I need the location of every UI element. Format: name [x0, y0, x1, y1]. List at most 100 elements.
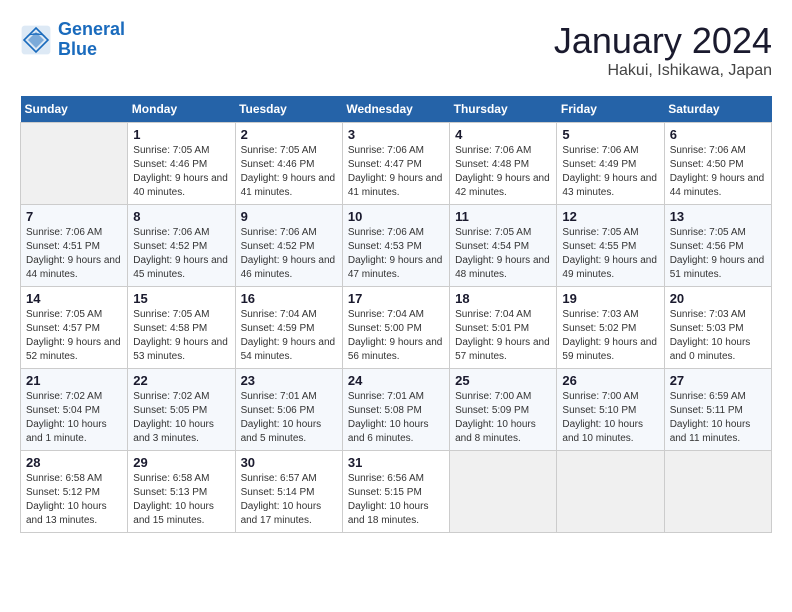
day-number: 21	[26, 373, 122, 388]
day-number: 14	[26, 291, 122, 306]
calendar-cell: 29 Sunrise: 6:58 AMSunset: 5:13 PMDayligh…	[128, 451, 235, 533]
day-info: Sunrise: 7:05 AMSunset: 4:46 PMDaylight:…	[133, 144, 229, 200]
day-number: 20	[670, 291, 766, 306]
day-info: Sunrise: 7:03 AMSunset: 5:02 PMDaylight:…	[562, 308, 658, 364]
day-number: 31	[348, 455, 444, 470]
day-info: Sunrise: 7:01 AMSunset: 5:08 PMDaylight:…	[348, 390, 444, 446]
day-info: Sunrise: 7:04 AMSunset: 5:01 PMDaylight:…	[455, 308, 551, 364]
calendar-cell	[21, 123, 128, 205]
logo: General Blue	[20, 20, 125, 60]
logo-line2: Blue	[58, 39, 97, 59]
day-info: Sunrise: 7:00 AMSunset: 5:10 PMDaylight:…	[562, 390, 658, 446]
day-info: Sunrise: 7:05 AMSunset: 4:55 PMDaylight:…	[562, 226, 658, 282]
day-number: 15	[133, 291, 229, 306]
calendar-cell	[557, 451, 664, 533]
day-number: 19	[562, 291, 658, 306]
calendar-cell: 4 Sunrise: 7:06 AMSunset: 4:48 PMDaylight…	[450, 123, 557, 205]
col-header-friday: Friday	[557, 96, 664, 123]
calendar-cell: 5 Sunrise: 7:06 AMSunset: 4:49 PMDaylight…	[557, 123, 664, 205]
day-info: Sunrise: 7:01 AMSunset: 5:06 PMDaylight:…	[241, 390, 337, 446]
day-number: 2	[241, 127, 337, 142]
day-info: Sunrise: 7:06 AMSunset: 4:49 PMDaylight:…	[562, 144, 658, 200]
day-number: 28	[26, 455, 122, 470]
calendar-cell: 27Sunrise: 6:59 AMSunset: 5:11 PMDayligh…	[664, 369, 771, 451]
title-block: January 2024 Hakui, Ishikawa, Japan	[554, 20, 772, 80]
day-info: Sunrise: 7:03 AMSunset: 5:03 PMDaylight:…	[670, 308, 766, 364]
calendar-table: SundayMondayTuesdayWednesdayThursdayFrid…	[20, 96, 772, 533]
week-row-5: 28 Sunrise: 6:58 AMSunset: 5:12 PMDayligh…	[21, 451, 772, 533]
day-number: 11	[455, 209, 551, 224]
day-info: Sunrise: 6:58 AMSunset: 5:12 PMDaylight:…	[26, 472, 122, 528]
week-row-4: 21 Sunrise: 7:02 AMSunset: 5:04 PMDayligh…	[21, 369, 772, 451]
week-row-2: 7 Sunrise: 7:06 AMSunset: 4:51 PMDaylight…	[21, 205, 772, 287]
day-number: 6	[670, 127, 766, 142]
day-info: Sunrise: 7:05 AMSunset: 4:58 PMDaylight:…	[133, 308, 229, 364]
calendar-cell	[450, 451, 557, 533]
day-number: 9	[241, 209, 337, 224]
day-info: Sunrise: 7:02 AMSunset: 5:04 PMDaylight:…	[26, 390, 122, 446]
day-number: 5	[562, 127, 658, 142]
col-header-thursday: Thursday	[450, 96, 557, 123]
calendar-cell: 15 Sunrise: 7:05 AMSunset: 4:58 PMDayligh…	[128, 287, 235, 369]
calendar-cell: 16 Sunrise: 7:04 AMSunset: 4:59 PMDayligh…	[235, 287, 342, 369]
day-number: 1	[133, 127, 229, 142]
day-info: Sunrise: 7:06 AMSunset: 4:48 PMDaylight:…	[455, 144, 551, 200]
day-info: Sunrise: 6:57 AMSunset: 5:14 PMDaylight:…	[241, 472, 337, 528]
calendar-cell: 25Sunrise: 7:00 AMSunset: 5:09 PMDayligh…	[450, 369, 557, 451]
logo-line1: General	[58, 19, 125, 39]
day-info: Sunrise: 7:05 AMSunset: 4:56 PMDaylight:…	[670, 226, 766, 282]
day-number: 18	[455, 291, 551, 306]
day-info: Sunrise: 7:05 AMSunset: 4:54 PMDaylight:…	[455, 226, 551, 282]
day-number: 23	[241, 373, 337, 388]
page-header: General Blue January 2024 Hakui, Ishikaw…	[20, 20, 772, 80]
calendar-cell: 2 Sunrise: 7:05 AMSunset: 4:46 PMDaylight…	[235, 123, 342, 205]
day-number: 12	[562, 209, 658, 224]
calendar-cell: 30Sunrise: 6:57 AMSunset: 5:14 PMDayligh…	[235, 451, 342, 533]
day-info: Sunrise: 7:06 AMSunset: 4:51 PMDaylight:…	[26, 226, 122, 282]
calendar-cell: 21 Sunrise: 7:02 AMSunset: 5:04 PMDayligh…	[21, 369, 128, 451]
calendar-cell: 19 Sunrise: 7:03 AMSunset: 5:02 PMDayligh…	[557, 287, 664, 369]
calendar-cell: 14 Sunrise: 7:05 AMSunset: 4:57 PMDayligh…	[21, 287, 128, 369]
day-info: Sunrise: 7:06 AMSunset: 4:47 PMDaylight:…	[348, 144, 444, 200]
calendar-cell: 7 Sunrise: 7:06 AMSunset: 4:51 PMDaylight…	[21, 205, 128, 287]
calendar-cell: 10Sunrise: 7:06 AMSunset: 4:53 PMDayligh…	[342, 205, 449, 287]
calendar-cell: 6 Sunrise: 7:06 AMSunset: 4:50 PMDaylight…	[664, 123, 771, 205]
day-number: 16	[241, 291, 337, 306]
calendar-cell	[664, 451, 771, 533]
calendar-cell: 22Sunrise: 7:02 AMSunset: 5:05 PMDayligh…	[128, 369, 235, 451]
day-info: Sunrise: 7:06 AMSunset: 4:50 PMDaylight:…	[670, 144, 766, 200]
calendar-cell: 28 Sunrise: 6:58 AMSunset: 5:12 PMDayligh…	[21, 451, 128, 533]
week-row-1: 1 Sunrise: 7:05 AMSunset: 4:46 PMDaylight…	[21, 123, 772, 205]
day-number: 29	[133, 455, 229, 470]
day-info: Sunrise: 7:05 AMSunset: 4:57 PMDaylight:…	[26, 308, 122, 364]
day-info: Sunrise: 7:06 AMSunset: 4:52 PMDaylight:…	[133, 226, 229, 282]
day-number: 8	[133, 209, 229, 224]
calendar-cell: 8 Sunrise: 7:06 AMSunset: 4:52 PMDaylight…	[128, 205, 235, 287]
calendar-cell: 11 Sunrise: 7:05 AMSunset: 4:54 PMDayligh…	[450, 205, 557, 287]
day-info: Sunrise: 7:00 AMSunset: 5:09 PMDaylight:…	[455, 390, 551, 446]
week-row-3: 14 Sunrise: 7:05 AMSunset: 4:57 PMDayligh…	[21, 287, 772, 369]
month-title: January 2024	[554, 20, 772, 62]
calendar-cell: 18 Sunrise: 7:04 AMSunset: 5:01 PMDayligh…	[450, 287, 557, 369]
day-info: Sunrise: 7:04 AMSunset: 4:59 PMDaylight:…	[241, 308, 337, 364]
day-info: Sunrise: 7:06 AMSunset: 4:52 PMDaylight:…	[241, 226, 337, 282]
col-header-tuesday: Tuesday	[235, 96, 342, 123]
day-number: 17	[348, 291, 444, 306]
day-info: Sunrise: 6:56 AMSunset: 5:15 PMDaylight:…	[348, 472, 444, 528]
col-header-monday: Monday	[128, 96, 235, 123]
day-number: 4	[455, 127, 551, 142]
day-info: Sunrise: 7:05 AMSunset: 4:46 PMDaylight:…	[241, 144, 337, 200]
location: Hakui, Ishikawa, Japan	[554, 62, 772, 80]
logo-icon	[20, 24, 52, 56]
calendar-cell: 9 Sunrise: 7:06 AMSunset: 4:52 PMDaylight…	[235, 205, 342, 287]
day-info: Sunrise: 7:02 AMSunset: 5:05 PMDaylight:…	[133, 390, 229, 446]
day-info: Sunrise: 6:59 AMSunset: 5:11 PMDaylight:…	[670, 390, 766, 446]
day-info: Sunrise: 6:58 AMSunset: 5:13 PMDaylight:…	[133, 472, 229, 528]
col-header-sunday: Sunday	[21, 96, 128, 123]
col-header-wednesday: Wednesday	[342, 96, 449, 123]
calendar-cell: 17Sunrise: 7:04 AMSunset: 5:00 PMDayligh…	[342, 287, 449, 369]
day-number: 7	[26, 209, 122, 224]
calendar-cell: 13Sunrise: 7:05 AMSunset: 4:56 PMDayligh…	[664, 205, 771, 287]
header-row: SundayMondayTuesdayWednesdayThursdayFrid…	[21, 96, 772, 123]
calendar-cell: 26Sunrise: 7:00 AMSunset: 5:10 PMDayligh…	[557, 369, 664, 451]
